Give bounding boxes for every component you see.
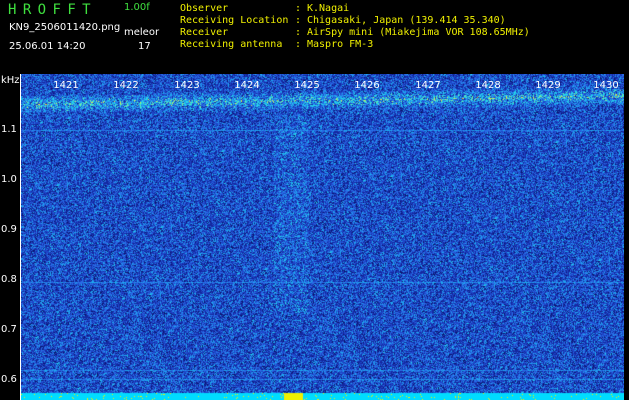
spectrogram-plot[interactable] [20, 74, 624, 400]
receiver-value: AirSpy mini (Miakejima VOR 108.65MHz) [307, 27, 530, 38]
y-tick-label: 1.0 [1, 174, 17, 185]
receiver-label: Receiver [180, 27, 229, 38]
freq-tick-label: 1429 [535, 80, 561, 91]
freq-tick-label: 1428 [475, 80, 501, 91]
app-title: HROFFT [8, 2, 97, 18]
count-label: 17 [138, 41, 151, 52]
y-tick-label: 1.1 [1, 124, 17, 135]
antenna-sep: : [295, 39, 302, 50]
version-label: 1.00f [124, 2, 150, 13]
location-sep: : [295, 15, 302, 26]
y-tick-label: 0.7 [1, 324, 17, 335]
receiver-sep: : [295, 27, 302, 38]
freq-tick-label: 1427 [415, 80, 441, 91]
filename-label: KN9_2506011420.png [9, 22, 121, 33]
antenna-value: Maspro FM-3 [307, 39, 374, 50]
freq-tick-label: 1422 [113, 80, 139, 91]
axis-unit-label: kHz [1, 75, 20, 86]
freq-tick-label: 1430 [593, 80, 619, 91]
location-label: Receiving Location [180, 15, 289, 26]
spectrogram-canvas[interactable] [21, 74, 624, 400]
mode-label: meleor [124, 27, 160, 38]
observer-sep: : [295, 3, 302, 14]
location-value: Chigasaki, Japan (139.414 35.340) [307, 15, 506, 26]
freq-tick-label: 1423 [174, 80, 200, 91]
freq-tick-label: 1424 [234, 80, 260, 91]
freq-tick-label: 1426 [354, 80, 380, 91]
observer-value: K.Nagai [307, 3, 350, 14]
freq-tick-label: 1421 [53, 80, 79, 91]
antenna-label: Receiving antenna [180, 39, 283, 50]
observer-label: Observer [180, 3, 229, 14]
y-tick-label: 0.6 [1, 374, 17, 385]
y-tick-label: 0.8 [1, 274, 17, 285]
datetime-label: 25.06.01 14:20 [9, 41, 86, 52]
frequency-axis: 1421 1422 1423 1424 1425 1426 1427 1428 … [20, 80, 623, 94]
header-panel: HROFFT 1.00f KN9_2506011420.png meleor 2… [0, 0, 629, 74]
freq-tick-label: 1425 [294, 80, 320, 91]
y-tick-label: 0.9 [1, 224, 17, 235]
